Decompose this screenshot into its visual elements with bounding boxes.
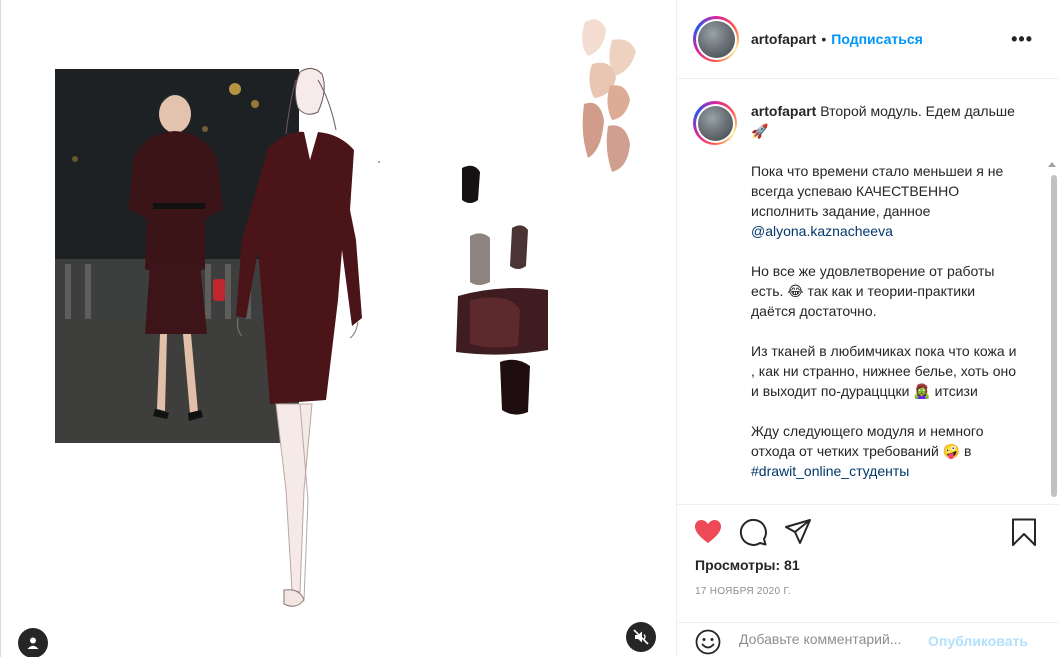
- comments-section[interactable]: artofapart Второй модуль. Едем дальше 🚀 …: [677, 79, 1059, 503]
- caption-paragraph-3: Но все же удовлетворение от работы есть.…: [751, 263, 995, 319]
- comment-input[interactable]: [739, 631, 925, 647]
- caption-author-avatar[interactable]: [693, 101, 737, 145]
- scrollbar-up-arrow[interactable]: [1048, 162, 1056, 167]
- bookmark-icon[interactable]: [1009, 517, 1039, 547]
- caption-text: artofapart Второй модуль. Едем дальше 🚀 …: [751, 101, 1019, 501]
- caption-username[interactable]: artofapart: [751, 103, 816, 119]
- user-tag-icon: [27, 637, 39, 649]
- separator-dot: •: [821, 31, 827, 47]
- emoji-icon[interactable]: [695, 629, 721, 655]
- share-icon[interactable]: [783, 517, 813, 547]
- caption-paragraph-5: Жду следующего модуля и немного отхода о…: [751, 423, 984, 459]
- post-sidebar: artofapart • Подписаться ••• artofapart …: [677, 0, 1059, 657]
- fashion-sketch: [236, 19, 636, 607]
- color-swatches: [582, 19, 636, 172]
- caption: artofapart Второй модуль. Едем дальше 🚀 …: [693, 101, 1033, 501]
- mention-link[interactable]: @alyona.kaznacheeva: [751, 223, 893, 239]
- heart-icon[interactable]: [693, 517, 723, 547]
- post-actions: Просмотры: 81 17 НОЯБРЯ 2020 Г.: [677, 504, 1059, 625]
- views-count[interactable]: Просмотры: 81: [695, 557, 800, 573]
- author-username[interactable]: artofapart: [751, 31, 816, 47]
- follow-button[interactable]: Подписаться: [831, 31, 923, 47]
- hashtag-link[interactable]: #drawit_online_студенты: [751, 463, 909, 479]
- caption-paragraph-2: Пока что времени стало меньшеи я не всег…: [751, 163, 1004, 219]
- caption-paragraph-4: Из тканей в любимчиках пока что кожа и ,…: [751, 343, 1017, 399]
- dark-swatches: [456, 165, 548, 415]
- publish-button[interactable]: Опубликовать: [928, 633, 1028, 649]
- post-media[interactable]: [0, 0, 677, 657]
- muted-speaker-icon: [633, 629, 649, 645]
- post-header: artofapart • Подписаться •••: [677, 0, 1059, 79]
- comment-icon[interactable]: [738, 517, 768, 547]
- user-tag-button[interactable]: [18, 628, 48, 657]
- mute-button[interactable]: [626, 622, 656, 652]
- more-options-button[interactable]: •••: [1011, 30, 1033, 48]
- add-comment-bar: Опубликовать: [677, 622, 1059, 658]
- scrollbar-thumb[interactable]: [1051, 175, 1057, 497]
- author-avatar[interactable]: [693, 16, 739, 62]
- post-date[interactable]: 17 НОЯБРЯ 2020 Г.: [695, 586, 791, 597]
